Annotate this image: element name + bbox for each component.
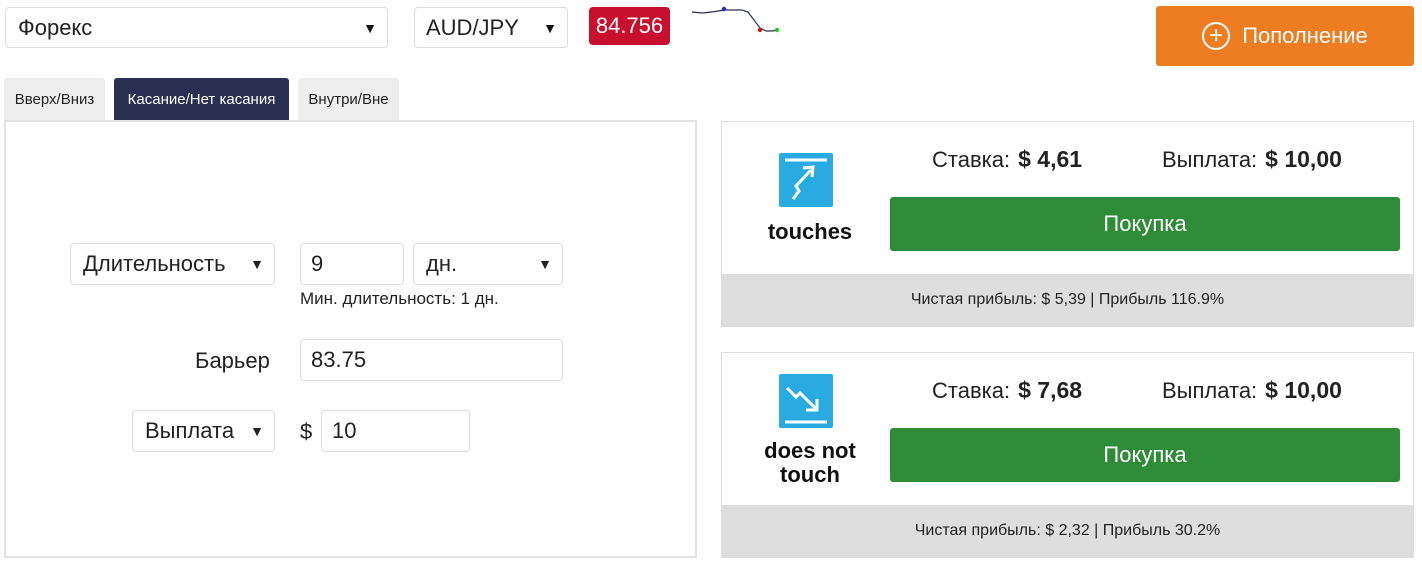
tab-up-down[interactable]: Вверх/Вниз [4,78,105,120]
no-touch-arrow-down-icon [779,374,833,428]
stake-info: Ставка: $ 7,68 [932,377,1082,404]
barrier-input-value: 83.75 [311,347,367,372]
amount-input-value: 10 [332,418,357,443]
profit-summary: Чистая прибыль: $ 5,39 | Прибыль 116.9% [722,274,1413,326]
payout-value: $ 10,00 [1265,377,1342,403]
contract-name: touches [767,219,853,244]
barrier-input[interactable]: 83.75 [300,339,563,381]
min-duration-hint: Мин. длительность: 1 дн. [300,289,499,308]
caret-down-icon: ▼ [250,256,264,272]
asset-select[interactable]: AUD/JPY ▼ [414,7,568,48]
contract-form-panel: Длительность ▼ 9 дн. ▼ Мин. длительность… [4,120,697,558]
asset-select-value: AUD/JPY [426,14,519,40]
tab-touch-no-touch[interactable]: Касание/Нет касания [114,78,289,120]
touch-arrow-up-icon [779,153,833,207]
duration-type-value: Длительность [83,251,226,276]
deposit-button-label: Пополнение [1242,23,1368,48]
caret-down-icon: ▼ [543,19,557,36]
stake-info: Ставка: $ 4,61 [932,146,1082,173]
payout-label: Выплата: [1162,378,1258,403]
caret-down-icon: ▼ [363,19,377,36]
payout-label: Выплата: [1162,147,1258,172]
profit-summary: Чистая прибыль: $ 2,32 | Прибыль 30.2% [722,505,1413,557]
stake-value: $ 7,68 [1018,377,1083,403]
payout-value: $ 10,00 [1265,146,1342,172]
contract-name: does not touch [764,438,856,487]
payout-info: Выплата: $ 10,00 [1162,377,1342,404]
spot-price-badge: 84.756 [589,7,670,45]
deposit-button[interactable]: + Пополнение [1156,6,1414,66]
currency-symbol: $ [300,419,313,444]
duration-input[interactable]: 9 [300,243,404,285]
payout-info: Выплата: $ 10,00 [1162,146,1342,173]
trading-page: Форекс ▼ AUD/JPY ▼ 84.756 + Пополнение В… [0,0,1422,568]
caret-down-icon: ▼ [250,423,264,439]
duration-input-value: 9 [311,251,324,276]
buy-touches-button[interactable]: Покупка [890,197,1400,251]
barrier-label: Барьер [195,348,270,373]
amount-type-select[interactable]: Выплата ▼ [132,410,275,452]
amount-input[interactable]: 10 [321,410,470,452]
duration-unit-value: дн. [426,251,458,276]
contract-card-touches: touches Ставка: $ 4,61 Выплата: $ 10,00 По… [721,121,1414,327]
market-select-value: Форекс [18,14,93,40]
stake-value: $ 4,61 [1018,146,1083,172]
plus-circle-icon: + [1202,22,1231,50]
stake-label: Ставка: [932,378,1011,403]
caret-down-icon: ▼ [538,256,552,272]
sparkline-high-dot [721,6,727,12]
sparkline-last-dot [774,27,780,33]
duration-unit-select[interactable]: дн. ▼ [413,243,563,285]
price-sparkline [691,6,780,33]
duration-type-select[interactable]: Длительность ▼ [70,243,275,285]
market-select[interactable]: Форекс ▼ [5,7,388,48]
amount-type-value: Выплата [145,418,235,443]
buy-no-touch-button[interactable]: Покупка [890,428,1400,482]
sparkline-low-dot [757,27,763,33]
sparkline-path [691,9,779,32]
tab-in-out[interactable]: Внутри/Вне [298,78,399,120]
stake-label: Ставка: [932,147,1011,172]
contract-card-no-touch: does not touch Ставка: $ 7,68 Выплата: $ 1… [721,352,1414,558]
